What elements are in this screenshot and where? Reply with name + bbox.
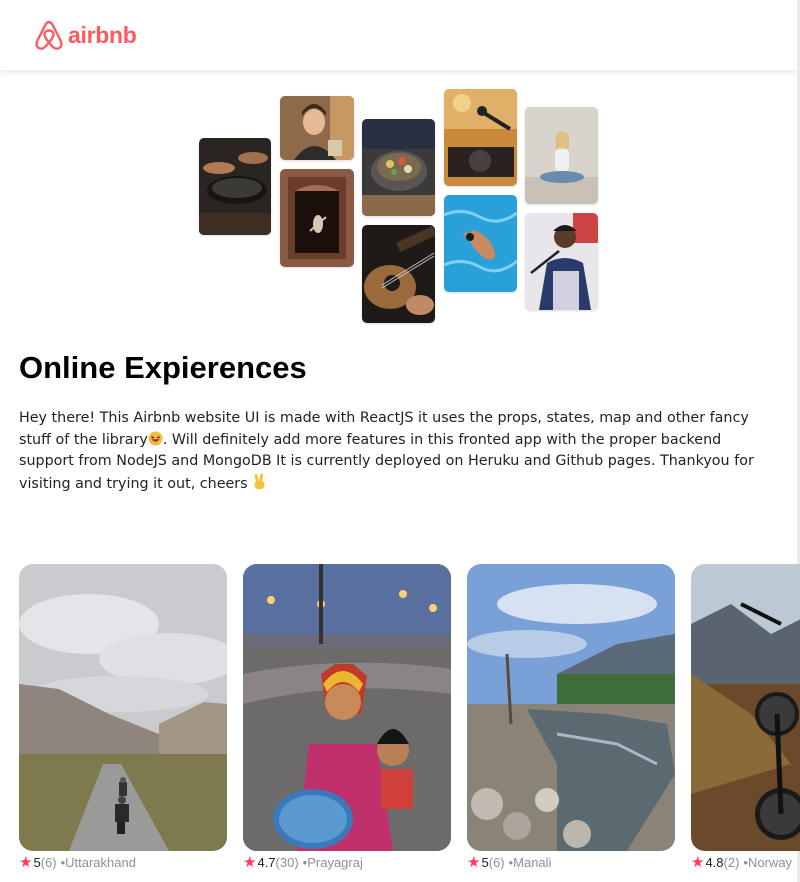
card-rating: 5 — [481, 854, 489, 870]
card-rating: 4.7 — [257, 854, 276, 870]
card-stats: ★ 5 (6) • Manali — [467, 853, 675, 871]
page-description: Hey there! This Airbnb website UI is mad… — [19, 408, 779, 495]
grinning-emoji-icon — [148, 431, 163, 445]
logo-text: airbnb — [68, 21, 137, 48]
woman-portrait-photo — [280, 96, 354, 160]
star-icon: ★ — [243, 854, 257, 871]
page-title: Online Expierences — [19, 350, 307, 385]
card-rating: 4.8 — [705, 854, 724, 870]
card-location: Uttarakhand — [65, 854, 136, 870]
card-stats: ★ 4.8 (2) • Norway — [691, 853, 800, 871]
guitar-photo — [362, 225, 435, 323]
card-stats: ★ 5 (6) • Uttarakhand — [19, 853, 227, 871]
experience-card[interactable]: ★ 5 (6) • Manali — [467, 564, 675, 871]
star-icon: ★ — [19, 854, 33, 871]
airbnb-logo[interactable]: airbnb — [34, 19, 137, 51]
star-icon: ★ — [467, 854, 481, 871]
experience-card[interactable]: ★ 4.7 (30) • Prayagraj — [243, 564, 451, 871]
dj-turntable-photo — [444, 89, 517, 186]
card-photo-norway — [691, 564, 800, 851]
card-review-count: (6) — [40, 854, 57, 870]
cooking-photo — [199, 138, 271, 235]
yoga-photo — [525, 107, 598, 204]
hero-photo-grid — [0, 70, 800, 332]
navbar: airbnb — [0, 0, 797, 70]
card-location: Norway — [747, 854, 793, 870]
card-photo-manali — [467, 564, 675, 851]
card-review-count: (6) — [488, 854, 505, 870]
card-photo-uttarakhand — [19, 564, 227, 851]
victory-hand-emoji-icon — [254, 473, 265, 489]
card-photo-prayagraj — [243, 564, 451, 851]
star-icon: ★ — [691, 854, 705, 871]
card-location: Manali — [513, 854, 552, 870]
card-location: Prayagraj — [307, 854, 363, 870]
food-bowl-photo — [362, 119, 435, 216]
experience-cards-row: ★ 5 (6) • Uttarakhand ★ 4.7 (30) • Praya… — [19, 564, 800, 882]
singer-photo — [525, 213, 598, 310]
card-stats: ★ 4.7 (30) • Prayagraj — [243, 853, 451, 871]
card-rating: 5 — [33, 854, 41, 870]
doorway-dance-photo — [280, 169, 354, 267]
card-review-count: (2) — [723, 854, 740, 870]
experience-card[interactable]: ★ 4.8 (2) • Norway — [691, 564, 800, 871]
airbnb-logo-icon — [35, 20, 63, 50]
experience-card[interactable]: ★ 5 (6) • Uttarakhand — [19, 564, 227, 871]
card-review-count: (30) — [275, 854, 299, 870]
swimmer-photo — [444, 195, 517, 292]
